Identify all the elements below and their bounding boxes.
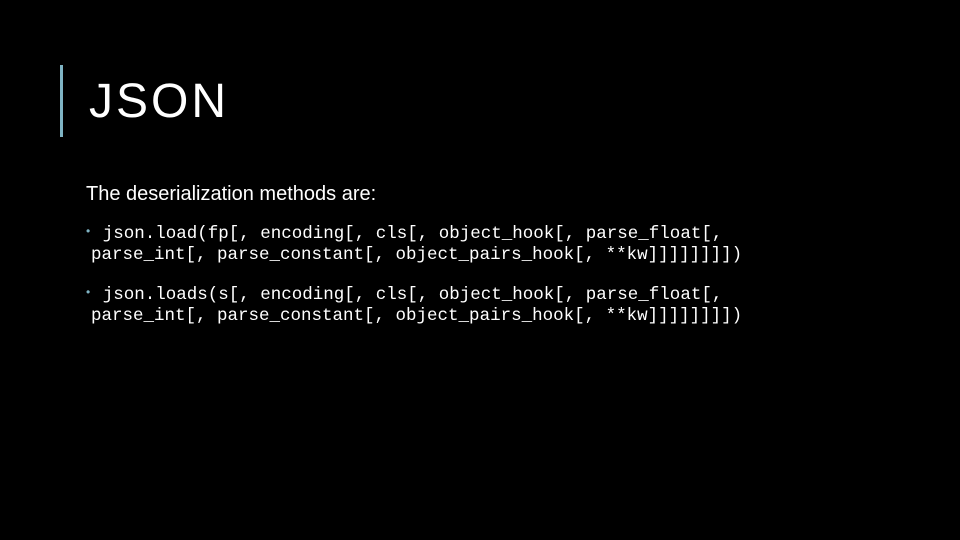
list-item: • json.loads(s[, encoding[, cls[, object… <box>86 282 742 327</box>
intro-text: The deserialization methods are: <box>86 183 377 205</box>
list-item: • json.load(fp[, encoding[, cls[, object… <box>86 221 742 266</box>
slide-title: JSON <box>89 75 230 128</box>
method-signature-line2: parse_int[, parse_constant[, object_pair… <box>91 245 743 265</box>
bullet-icon: • <box>86 285 91 299</box>
method-signature-line2: parse_int[, parse_constant[, object_pair… <box>91 306 743 326</box>
method-list: • json.load(fp[, encoding[, cls[, object… <box>86 221 742 343</box>
title-accent-bar <box>60 65 63 137</box>
method-signature-line1: json.load(fp[, encoding[, cls[, object_h… <box>102 224 723 244</box>
bullet-icon: • <box>86 224 91 238</box>
method-signature-line1: json.loads(s[, encoding[, cls[, object_h… <box>102 285 723 305</box>
